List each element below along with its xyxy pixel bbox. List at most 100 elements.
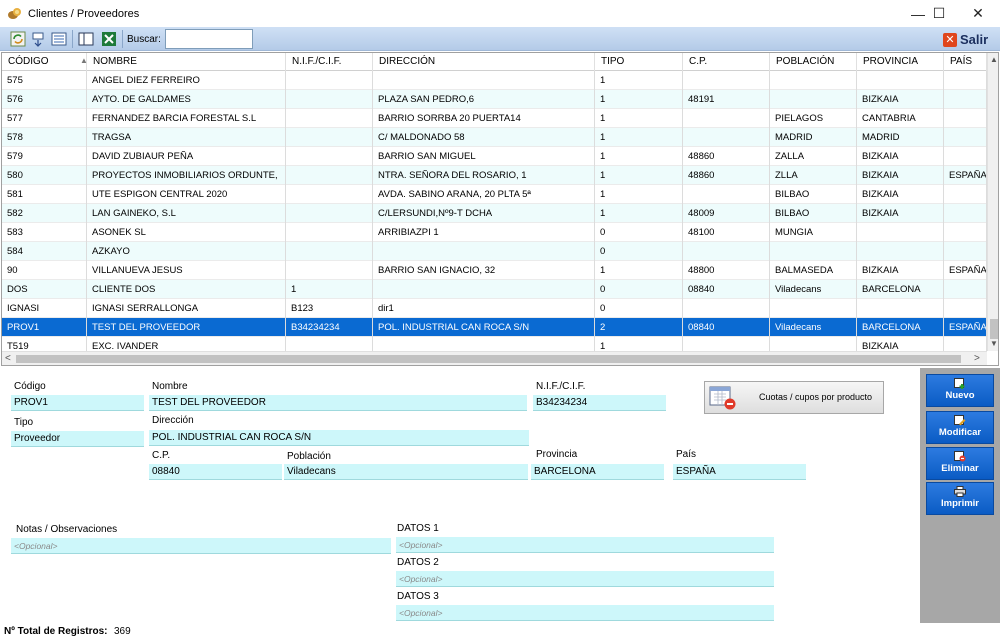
cell-tipo: 1 [595,337,683,351]
cell-direccion: C/ MALDONADO 58 [373,128,595,147]
poblacion-field[interactable]: Viladecans [284,464,528,480]
cell-tipo: 0 [595,242,683,261]
cell-codigo: 580 [2,166,87,185]
column-header-cp[interactable]: C.P. [683,53,770,71]
column-header-nombre[interactable]: NOMBRE [87,53,286,71]
nif-field[interactable]: B34234234 [533,395,666,411]
close-button[interactable]: ✕ [958,0,998,27]
scroll-right-icon[interactable]: > [974,353,980,364]
nombre-field[interactable]: TEST DEL PROVEEDOR [149,395,527,411]
table-row[interactable]: 584 AZKAYO 0 [2,242,987,261]
table-row[interactable]: 580 PROYECTOS INMOBILIARIOS ORDUNTE, NTRA.… [2,166,987,185]
direccion-field[interactable]: POL. INDUSTRIAL CAN ROCA S/N [149,430,529,446]
cell-cp [683,242,770,261]
scroll-up-icon[interactable]: ▲ [990,55,998,64]
cell-tipo: 0 [595,299,683,318]
cell-direccion [373,71,595,90]
codigo-label: Código [14,381,46,392]
imprimir-button[interactable]: Imprimir [926,482,994,515]
table-row[interactable]: 576 AYTO. DE GALDAMES PLAZA SAN PEDRO,6 1 48… [2,90,987,109]
cell-nif [286,242,373,261]
cell-tipo: 2 [595,318,683,337]
column-header-tipo[interactable]: TIPO [595,53,683,71]
datos2-field[interactable]: <Opcional> [396,571,774,587]
cell-provincia: BIZKAIA [857,90,944,109]
toolbar-separator [72,30,73,48]
table-row[interactable]: 575 ANGEL DIEZ FERREIRO 1 [2,71,987,90]
notas-field[interactable]: <Opcional> [11,538,391,554]
table-row[interactable]: 583 ASONEK SL ARRIBIAZPI 1 0 48100 MUNGIA [2,223,987,242]
cell-provincia [857,299,944,318]
records-grid[interactable]: CÓDIGO NOMBRE N.I.F./C.I.F. DIRECCIÓN TIPO C.… [1,52,999,366]
column-header-codigo[interactable]: CÓDIGO [2,53,87,71]
datos3-field[interactable]: <Opcional> [396,605,774,621]
table-row[interactable]: 581 UTE ESPIGON CENTRAL 2020 AVDA. SABINO … [2,185,987,204]
table-row[interactable]: 578 TRAGSA C/ MALDONADO 58 1 MADRID MADRID [2,128,987,147]
cell-nif [286,337,373,351]
window: Clientes / Proveedores — ☐ ✕ Buscar: ✕ S… [0,0,1000,641]
search-label: Buscar: [127,34,161,45]
codigo-field[interactable]: PROV1 [11,395,144,411]
cell-cp [683,71,770,90]
column-header-poblacion[interactable]: POBLACIÓN [770,53,857,71]
vertical-scrollbar[interactable]: ▲ ▼ [987,53,998,351]
pais-label: País [676,449,697,460]
refresh-icon[interactable] [10,31,26,47]
list-icon[interactable] [51,31,67,47]
cell-direccion [373,242,595,261]
table-row[interactable]: DOS CLIENTE DOS 1 0 08840 Viladecans BARCELONA [2,280,987,299]
column-header-pais[interactable]: PAÍS [944,53,987,71]
horizontal-scroll-thumb[interactable] [16,355,961,363]
nuevo-button[interactable]: Nuevo [926,374,994,407]
cell-direccion: C/LERSUNDI,Nº9-T DCHA [373,204,595,223]
cell-poblacion [770,299,857,318]
table-row[interactable]: IGNASI IGNASI SERRALLONGA B123 dir1 0 [2,299,987,318]
exit-label: Salir [960,32,989,47]
horizontal-scrollbar[interactable]: < > [2,351,987,365]
cell-nif [286,71,373,90]
search-input[interactable] [165,29,253,49]
cell-poblacion: ZALLA [770,147,857,166]
cp-field[interactable]: 08840 [149,464,282,480]
cell-provincia [857,242,944,261]
cell-tipo: 1 [595,90,683,109]
cell-cp: 48191 [683,90,770,109]
scroll-left-icon[interactable]: < [5,353,11,364]
cuotas-label: Cuotas / cupos por producto [759,392,873,402]
cell-codigo: 582 [2,204,87,223]
app-icon [8,8,21,19]
table-row[interactable]: 582 LAN GAINEKO, S.L C/LERSUNDI,Nº9-T DCHA… [2,204,987,223]
table-row[interactable]: 90 VILLANUEVA JESUS BARRIO SAN IGNACIO, 32… [2,261,987,280]
table-row[interactable]: T519 EXC. IVANDER 1 BIZKAIA [2,337,987,351]
column-header-direccion[interactable]: DIRECCIÓN [373,53,595,71]
pais-field[interactable]: ESPAÑA [673,464,806,480]
cell-nombre: PROYECTOS INMOBILIARIOS ORDUNTE, [87,166,286,185]
provincia-field[interactable]: BARCELONA [531,464,664,480]
edit-record-icon [954,415,966,426]
table-row[interactable]: 577 FERNANDEZ BARCIA FORESTAL S.L BARRIO S… [2,109,987,128]
table-row[interactable]: 579 DAVID ZUBIAUR PEÑA BARRIO SAN MIGUEL 1 4… [2,147,987,166]
imprimir-label: Imprimir [940,498,979,509]
excel-icon[interactable] [101,31,117,47]
cell-nif [286,128,373,147]
cell-pais [944,128,987,147]
modificar-button[interactable]: Modificar [926,411,994,444]
expand-icon[interactable] [30,31,46,47]
cuotas-button[interactable]: Cuotas / cupos por producto [704,381,884,414]
table-row-selected[interactable]: PROV1 TEST DEL PROVEEDOR B34234234 POL. IND… [2,318,987,337]
vertical-scroll-thumb[interactable] [990,319,998,339]
eliminar-button[interactable]: Eliminar [926,447,994,480]
column-header-nif[interactable]: N.I.F./C.I.F. [286,53,373,71]
cell-codigo: 90 [2,261,87,280]
cell-nif [286,147,373,166]
scroll-down-icon[interactable]: ▼ [990,339,998,348]
maximize-button[interactable]: ☐ [919,0,959,27]
exit-button[interactable]: ✕ Salir [943,31,988,48]
cell-cp [683,185,770,204]
tipo-field[interactable]: Proveedor [11,431,144,447]
datos1-field[interactable]: <Opcional> [396,537,774,553]
panel-icon[interactable] [78,31,94,47]
cell-codigo: 575 [2,71,87,90]
cell-nombre: ASONEK SL [87,223,286,242]
column-header-provincia[interactable]: PROVINCIA [857,53,944,71]
